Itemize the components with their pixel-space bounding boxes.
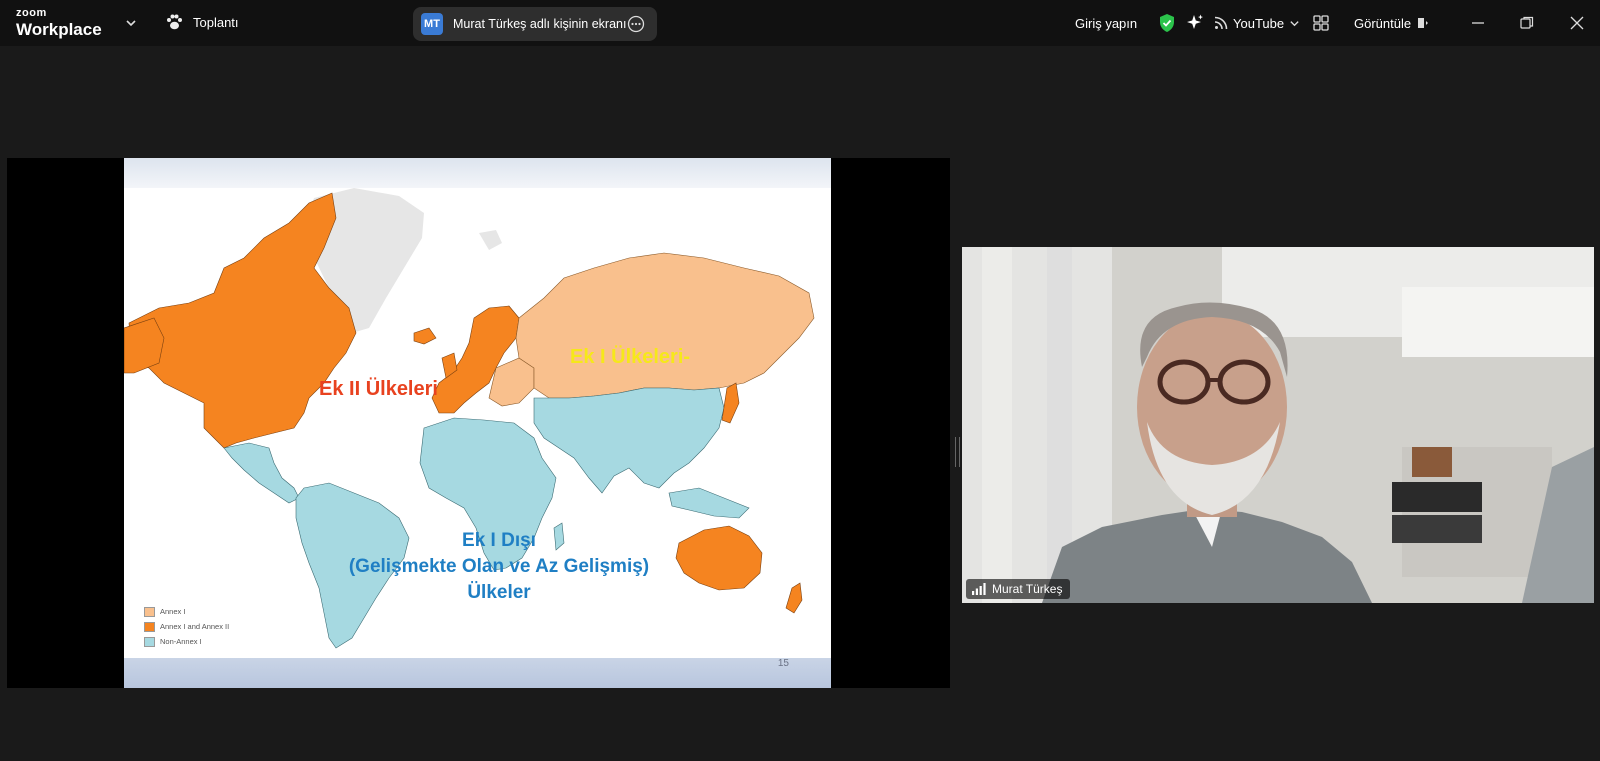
iceland-shape [413, 327, 437, 345]
presentation-slide: Ek II Ülkeleri Ek I Ülkeleri- Ek I Dışı … [124, 158, 831, 688]
meeting-button[interactable]: Toplantı [165, 13, 239, 31]
youtube-label: YouTube [1233, 15, 1285, 31]
legend-item: Non-Annex I [144, 634, 229, 649]
legend-swatch [144, 606, 155, 617]
screen-share-label: Murat Türkeş adlı kişinin ekranı [453, 17, 627, 31]
slide-footer-band [124, 658, 831, 688]
annex2-label: Ek II Ülkeleri [319, 378, 438, 400]
japan-shape [721, 382, 740, 424]
restore-icon[interactable] [1518, 14, 1536, 32]
participant-name-tag: Murat Türkeş [966, 579, 1071, 599]
southeast-asia-shape [668, 487, 750, 519]
non-annex-label-line: (Gelişmekte Olan ve Az Gelişmiş) [348, 556, 650, 577]
non-annex-label-line: Ülkeler [467, 582, 531, 603]
broadcast-icon [1214, 16, 1228, 30]
view-label: Görüntüle [1354, 15, 1412, 31]
legend-item: Annex I [144, 604, 229, 619]
participant-video-tile[interactable]: Murat Türkeş [962, 247, 1594, 603]
participant-name: Murat Türkeş [992, 582, 1063, 596]
more-options-icon[interactable] [627, 15, 645, 33]
arctic-island-shape [479, 230, 502, 250]
legend-item: Annex I and Annex II [144, 619, 229, 634]
view-mode-icon [1418, 18, 1429, 28]
screen-share-indicator[interactable]: MT Murat Türkeş adlı kişinin ekranı [413, 7, 657, 41]
signal-strength-icon [972, 583, 986, 595]
legend-label: Non-Annex I [160, 637, 202, 646]
title-bar: zoom Workplace Toplantı MT Murat Türkeş … [0, 0, 1600, 46]
north-america-shape [128, 192, 357, 449]
map-legend: Annex I Annex I and Annex II Non-Annex I [144, 604, 229, 649]
non-annex-label-line: Ek I Dışı [462, 530, 536, 551]
non-annex-label: Ek I Dışı (Gelişmekte Olan ve Az Gelişmi… [304, 528, 694, 606]
legend-swatch [144, 621, 155, 632]
world-map [124, 188, 815, 649]
ai-companion-icon[interactable] [1185, 0, 1205, 46]
chevron-down-icon [1290, 20, 1299, 26]
slide-page-number: 15 [777, 658, 789, 669]
legend-label: Annex I and Annex II [160, 622, 230, 631]
paw-icon [167, 14, 182, 30]
meeting-label: Toplantı [193, 14, 239, 30]
zoom-logo: zoom Workplace [16, 7, 102, 39]
chevron-down-icon[interactable] [124, 16, 138, 30]
legend-swatch [144, 636, 155, 647]
close-icon[interactable] [1568, 14, 1586, 32]
sign-in-button[interactable]: Giriş yapın [1075, 0, 1137, 46]
panel-resize-handle[interactable] [955, 437, 960, 467]
legend-label: Annex I [160, 607, 186, 616]
annex1-label: Ek I Ülkeleri- [570, 346, 691, 368]
livestream-youtube-button[interactable]: YouTube [1214, 0, 1300, 46]
encryption-shield-icon[interactable] [1158, 0, 1176, 46]
view-menu-button[interactable]: Görüntüle [1354, 0, 1429, 46]
presenter-avatar: MT [421, 13, 443, 35]
new-zealand-shape [785, 582, 803, 614]
russia-shape [515, 252, 815, 399]
participant-video-feed [962, 247, 1594, 603]
mexico-shape [223, 442, 300, 504]
minimize-icon[interactable] [1469, 14, 1487, 32]
gallery-view-icon[interactable] [1313, 0, 1329, 46]
asia-shape [533, 387, 725, 494]
